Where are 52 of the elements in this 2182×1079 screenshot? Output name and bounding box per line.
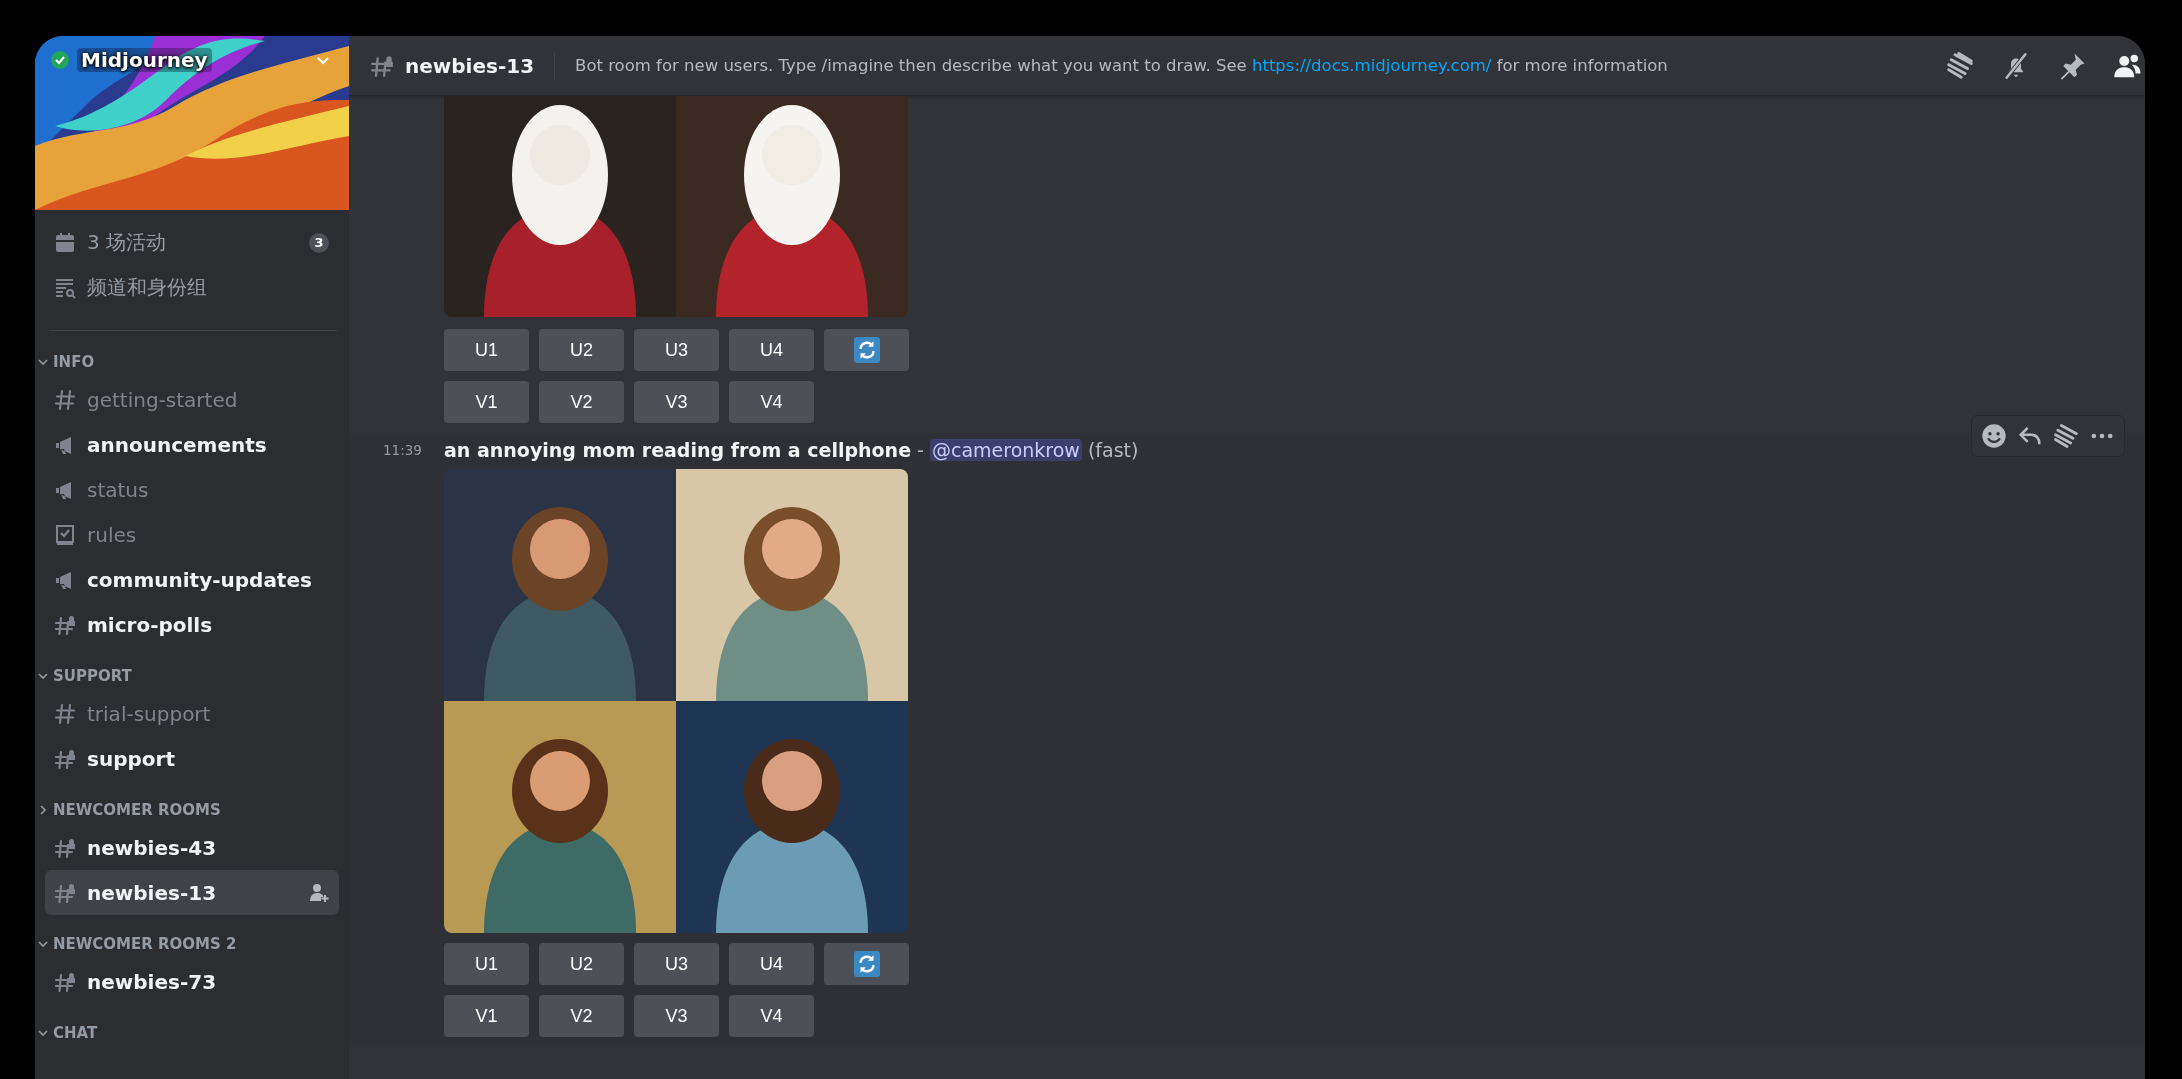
action-button[interactable]: U2 — [539, 943, 624, 985]
category-header[interactable]: NEWCOMER ROOMS 2 — [37, 933, 349, 955]
action-button[interactable]: V1 — [444, 995, 529, 1037]
action-button[interactable]: U1 — [444, 329, 529, 371]
refresh-icon — [853, 337, 880, 363]
action-button[interactable]: U1 — [444, 943, 529, 985]
action-button[interactable]: V2 — [539, 995, 624, 1037]
sidebar-item[interactable]: 3 场活动 3 — [45, 220, 339, 265]
channel-item[interactable]: trial-support — [45, 691, 339, 736]
channel-item[interactable]: rules — [45, 512, 339, 557]
refresh-icon — [853, 951, 880, 977]
channel-item[interactable]: newbies-13 — [45, 870, 339, 915]
action-button[interactable]: V4 — [729, 381, 814, 423]
action-button[interactable]: V2 — [539, 381, 624, 423]
user-mention[interactable]: @cameronkrow — [929, 439, 1082, 461]
checklist-icon — [53, 522, 77, 547]
count-badge: 3 — [309, 232, 329, 253]
threads-icon[interactable] — [1945, 50, 1975, 81]
channel-item[interactable]: newbies-73 — [45, 959, 339, 1004]
action-button[interactable]: U3 — [634, 329, 719, 371]
hash-icon — [53, 387, 77, 412]
hash-icon — [53, 701, 77, 726]
server-menu-button[interactable]: Midjourney — [47, 44, 335, 76]
calendar-icon — [53, 230, 77, 255]
action-button[interactable]: U4 — [729, 943, 814, 985]
channel-item[interactable]: newbies-43 — [45, 825, 339, 870]
action-button[interactable]: U2 — [539, 329, 624, 371]
action-button[interactable]: U4 — [729, 329, 814, 371]
action-button[interactable]: V1 — [444, 381, 529, 423]
category-header[interactable]: NEWCOMER ROOMS — [37, 799, 349, 821]
action-button[interactable]: U3 — [634, 943, 719, 985]
message-text: an annoying mom reading from a cellphone - @cameronkrow (fast) — [444, 439, 1139, 461]
add-member-icon[interactable] — [309, 882, 329, 903]
topic-link[interactable]: https://docs.midjourney.com/ — [1251, 56, 1492, 75]
channel-item[interactable]: community-updates — [45, 557, 339, 602]
reroll-button[interactable] — [824, 943, 909, 985]
channel-item[interactable]: getting-started — [45, 377, 339, 422]
action-button[interactable]: V3 — [634, 381, 719, 423]
channel-item[interactable]: announcements — [45, 422, 339, 467]
sidebar-item[interactable]: 频道和身份组 — [45, 265, 339, 310]
channel-item[interactable]: status — [45, 467, 339, 512]
channel-item[interactable]: micro-polls — [45, 602, 339, 647]
category-header[interactable]: SUPPORT — [37, 665, 349, 687]
action-button[interactable]: V3 — [634, 995, 719, 1037]
channel-item[interactable]: support — [45, 736, 339, 781]
timestamp: 11:39 — [383, 442, 422, 458]
action-button[interactable]: V4 — [729, 995, 814, 1037]
channel-topic: Bot room for new users. Type /imagine then describe what you want to draw. See https://docs.midjourney.com/ for more information — [575, 56, 1669, 75]
category-header[interactable]: CHAT — [37, 1022, 349, 1044]
reroll-button[interactable] — [824, 329, 909, 371]
category-header[interactable]: INFO — [37, 351, 349, 373]
channel-title: newbies-13 — [405, 53, 535, 78]
